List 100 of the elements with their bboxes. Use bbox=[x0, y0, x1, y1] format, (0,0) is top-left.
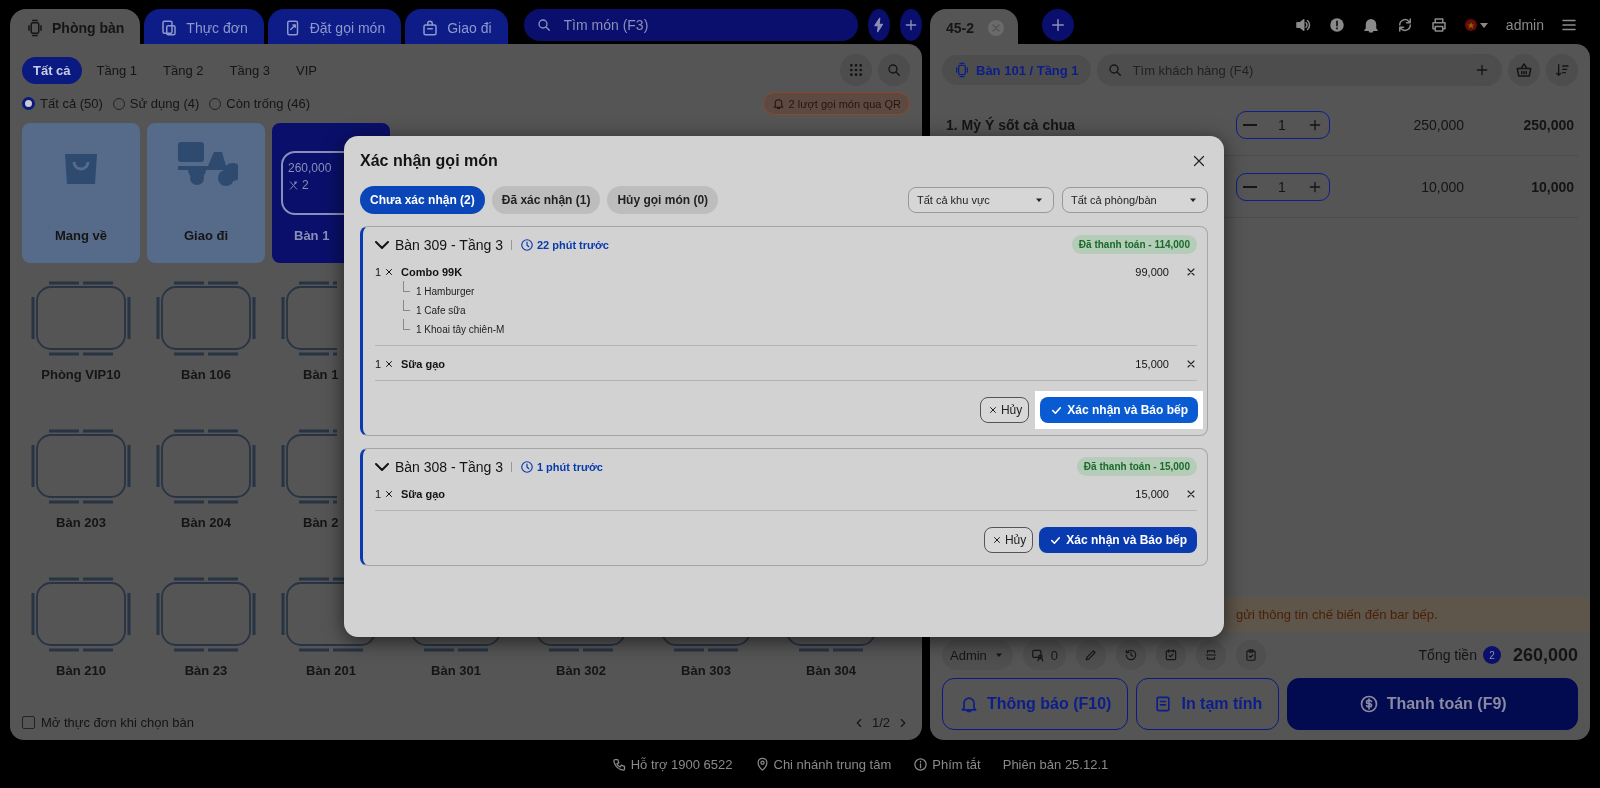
notify-button[interactable]: Thông báo (F10) bbox=[942, 678, 1129, 730]
clock-icon bbox=[519, 459, 534, 474]
search-icon bbox=[886, 62, 902, 78]
filter-dropdown[interactable]: Tất cả phòng/bàn bbox=[1062, 187, 1208, 213]
status-tab[interactable]: Hủy gọi món (0) bbox=[607, 186, 719, 214]
nav-tab[interactable]: Giao đi bbox=[405, 9, 508, 47]
checkbox-label[interactable]: Mở thực đơn khi chọn bàn bbox=[41, 715, 194, 730]
history-button[interactable] bbox=[1116, 640, 1147, 670]
guest-icon bbox=[1030, 648, 1045, 662]
menu-search-field[interactable]: Tìm món (F3) bbox=[561, 16, 846, 34]
printer-icon bbox=[1429, 16, 1448, 34]
close-icon bbox=[1185, 488, 1197, 500]
confirm-button[interactable]: Xác nhận và Báo bếp bbox=[1039, 527, 1197, 553]
radio-label[interactable]: Sử dụng (4) bbox=[129, 96, 200, 111]
table-label: Bàn 1 bbox=[293, 228, 331, 243]
table-amount: 260,000 bbox=[288, 161, 332, 175]
guest-count: 2 bbox=[302, 178, 309, 192]
radio-button[interactable] bbox=[22, 97, 35, 110]
pay-button[interactable]: Thanh toán (F9) bbox=[1287, 678, 1578, 730]
alert-icon bbox=[1327, 16, 1346, 34]
footer-link[interactable]: Phím tắt bbox=[932, 756, 981, 772]
table-label: Bàn 201 bbox=[305, 663, 357, 678]
remove-button[interactable] bbox=[1185, 358, 1197, 370]
sort-icon bbox=[1554, 62, 1570, 78]
quantity-stepper[interactable]: 1 bbox=[1236, 172, 1330, 201]
plus-icon bbox=[1474, 62, 1490, 78]
floor-filter[interactable]: Tầng 3 bbox=[218, 56, 282, 84]
add-button[interactable] bbox=[899, 9, 922, 41]
footer-link[interactable]: Hỗ trợ 1900 6522 bbox=[630, 756, 733, 772]
info-icon bbox=[913, 756, 929, 772]
calendar-button[interactable] bbox=[1156, 640, 1187, 670]
item-total: 250,000 bbox=[1522, 116, 1574, 133]
payment-status: Đã thanh toán - 15,000 bbox=[1076, 457, 1197, 476]
order-title: Bàn 308 - Tầng 3 bbox=[395, 458, 503, 475]
floor-filter[interactable]: Tất cả bbox=[22, 56, 82, 84]
floor-filter[interactable]: VIP bbox=[285, 56, 328, 84]
add-tab-button[interactable] bbox=[1042, 9, 1075, 41]
item-name: Combo 99K bbox=[401, 266, 463, 278]
sort-button[interactable] bbox=[1546, 54, 1578, 86]
remove-button[interactable] bbox=[1185, 266, 1197, 278]
close-icon bbox=[1185, 266, 1197, 278]
quantity-stepper[interactable]: 1 bbox=[1236, 110, 1330, 139]
edit-button[interactable] bbox=[1076, 640, 1107, 670]
clock-icon bbox=[519, 237, 534, 252]
close-icon bbox=[1185, 358, 1197, 370]
dollar-icon bbox=[1358, 694, 1379, 714]
table-label: Bàn 301 bbox=[430, 663, 482, 678]
delivery-card[interactable]: Giao đi bbox=[147, 123, 265, 263]
takeaway-card[interactable]: Mang về bbox=[22, 123, 140, 263]
floor-filter[interactable]: Tầng 2 bbox=[152, 56, 215, 84]
bell-icon bbox=[1361, 16, 1380, 34]
table-label: Bàn 303 bbox=[680, 663, 732, 678]
table-label: Bàn 203 bbox=[55, 515, 107, 530]
item-price: 15,000 bbox=[1135, 358, 1169, 370]
clipboard-button[interactable] bbox=[1236, 640, 1267, 670]
order-time: 1 phút trước bbox=[536, 460, 603, 473]
menu-book-icon bbox=[160, 19, 179, 37]
user-name[interactable]: admin bbox=[1505, 17, 1544, 33]
remove-button[interactable] bbox=[1185, 488, 1197, 500]
filter-dropdown[interactable]: Tất cả khu vực bbox=[908, 187, 1054, 213]
table-label: Phòng VIP10 bbox=[40, 367, 122, 382]
payment-status: Đã thanh toán - 114,000 bbox=[1071, 235, 1197, 254]
table-icon bbox=[26, 19, 44, 37]
floor-filter[interactable]: Tầng 1 bbox=[85, 56, 149, 84]
item-name: 1. Mỳ Ý sốt cà chua bbox=[946, 116, 1077, 133]
item-name: Sữa gạo bbox=[401, 358, 446, 370]
confirm-button[interactable]: Xác nhận và Báo bếp bbox=[1040, 397, 1198, 423]
item-quantity: 1 bbox=[375, 358, 382, 370]
order-tab[interactable]: 45-2 bbox=[930, 9, 1019, 47]
menu-search-field[interactable]: Tìm món (F3) bbox=[523, 9, 858, 41]
table-label: Mang về bbox=[54, 228, 108, 243]
item-count-badge: 2 bbox=[1482, 646, 1501, 664]
table-label: Bàn 1 bbox=[302, 367, 340, 382]
footer-link[interactable]: Chi nhánh trung tâm bbox=[773, 756, 892, 772]
search-icon bbox=[1106, 62, 1123, 78]
nav-tab[interactable]: Phòng bàn bbox=[10, 9, 141, 47]
item-price: 250,000 bbox=[1412, 116, 1464, 133]
status-tab[interactable]: Đã xác nhận (1) bbox=[491, 186, 601, 214]
cancel-button[interactable]: Hủy bbox=[979, 397, 1030, 423]
grid-view-button[interactable] bbox=[840, 54, 872, 86]
staff-dropdown[interactable]: Admin bbox=[942, 640, 1013, 670]
nav-tab[interactable]: Thực đơn bbox=[144, 9, 264, 47]
search-button[interactable] bbox=[878, 54, 910, 86]
quick-action-button[interactable] bbox=[867, 9, 890, 41]
status-tab[interactable]: Chưa xác nhận (2) bbox=[360, 186, 485, 214]
item-price: 10,000 bbox=[1420, 178, 1464, 195]
checkbox[interactable] bbox=[22, 716, 35, 729]
flag-icon[interactable] bbox=[1463, 18, 1490, 32]
radio-label[interactable]: Tất cả (50) bbox=[40, 96, 103, 111]
total-amount: 260,000 bbox=[1512, 644, 1578, 666]
split-button[interactable] bbox=[1196, 640, 1227, 670]
clipboard-icon bbox=[1244, 648, 1259, 662]
order-time: 22 phút trước bbox=[536, 238, 609, 251]
item-price: 15,000 bbox=[1135, 488, 1169, 500]
radio-label[interactable]: Còn trống (46) bbox=[226, 96, 311, 111]
table-label: Giao đi bbox=[182, 228, 230, 243]
basket-button[interactable] bbox=[1508, 54, 1540, 86]
print-button[interactable]: In tạm tính bbox=[1136, 678, 1280, 730]
nav-tab[interactable]: Đặt gọi món bbox=[267, 9, 402, 47]
cancel-button[interactable]: Hủy bbox=[983, 527, 1034, 553]
